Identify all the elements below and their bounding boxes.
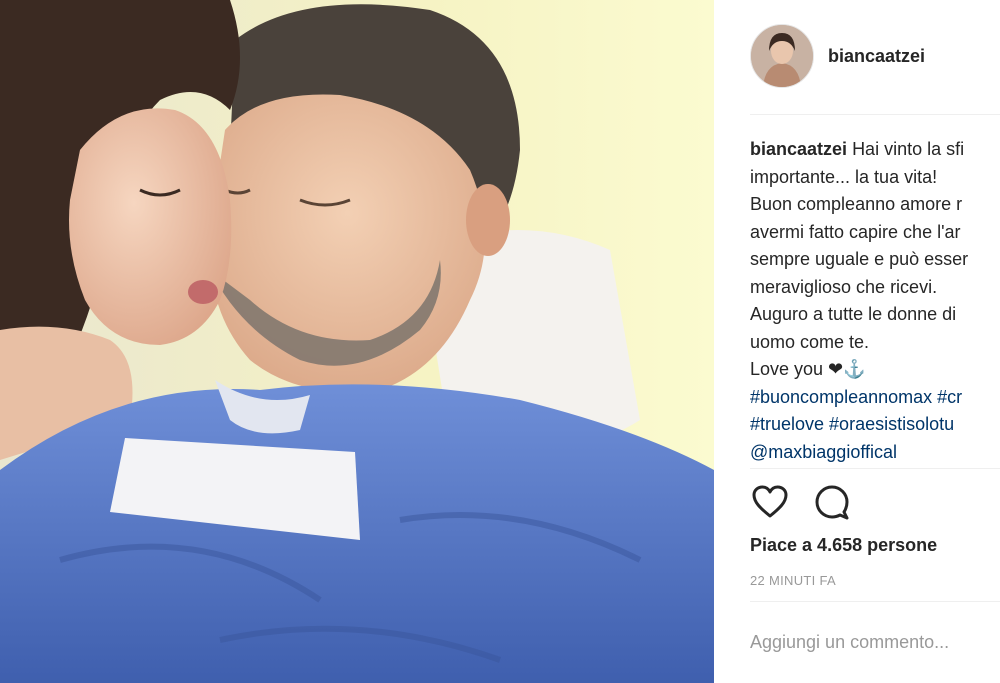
post-photo[interactable] [0, 0, 714, 683]
like-button[interactable] [750, 482, 790, 522]
caption-line: Auguro a tutte le donne di [750, 304, 957, 324]
caption-line: biancaatzei Hai vinto la sfi [750, 136, 1000, 164]
heart-icon [752, 485, 788, 518]
caption-line: importante... la tua vita! [750, 166, 938, 187]
instagram-post-page: biancaatzei biancaatzei Hai vinto la sfi… [0, 0, 1000, 683]
avatar[interactable] [750, 24, 814, 88]
avatar-image [751, 25, 813, 87]
caption-line: Buon compleanno amore r [750, 194, 963, 214]
hashtag-line[interactable]: #buoncompleannomax #cr [750, 384, 1000, 412]
header-username[interactable]: biancaatzei [828, 46, 925, 67]
caption-line: uomo come te. [750, 331, 870, 352]
caption-line: sempre uguale e può esser [750, 249, 969, 269]
caption-line: meraviglioso che ricevi. [750, 276, 938, 297]
post-photo-illustration [0, 0, 714, 683]
comment-divider [750, 601, 1000, 602]
comment-bubble-icon [815, 485, 849, 520]
post-side-panel: biancaatzei biancaatzei Hai vinto la sfi… [714, 0, 1000, 683]
hashtag-line[interactable]: #truelove #oraesistisolotu [750, 411, 1000, 439]
caption-divider [750, 468, 1000, 469]
header-divider [750, 114, 1000, 115]
mention-link[interactable]: @maxbiaggioffical [750, 439, 1000, 467]
comment-button[interactable] [812, 482, 852, 522]
caption-line: Love you ❤⚓ [750, 359, 866, 379]
caption-text: Hai vinto la sfi [852, 139, 965, 159]
post-timestamp[interactable]: 22 MINUTI FA [750, 573, 836, 588]
post-actions [750, 482, 874, 522]
post-caption: biancaatzei Hai vinto la sfi importante.… [750, 136, 1000, 466]
caption-line: avermi fatto capire che l'ar [750, 221, 961, 242]
caption-username[interactable]: biancaatzei [750, 139, 847, 159]
add-comment-input[interactable]: Aggiungi un commento... [750, 632, 1000, 662]
likes-count[interactable]: Piace a 4.658 persone [750, 535, 937, 556]
post-header: biancaatzei [750, 24, 925, 88]
